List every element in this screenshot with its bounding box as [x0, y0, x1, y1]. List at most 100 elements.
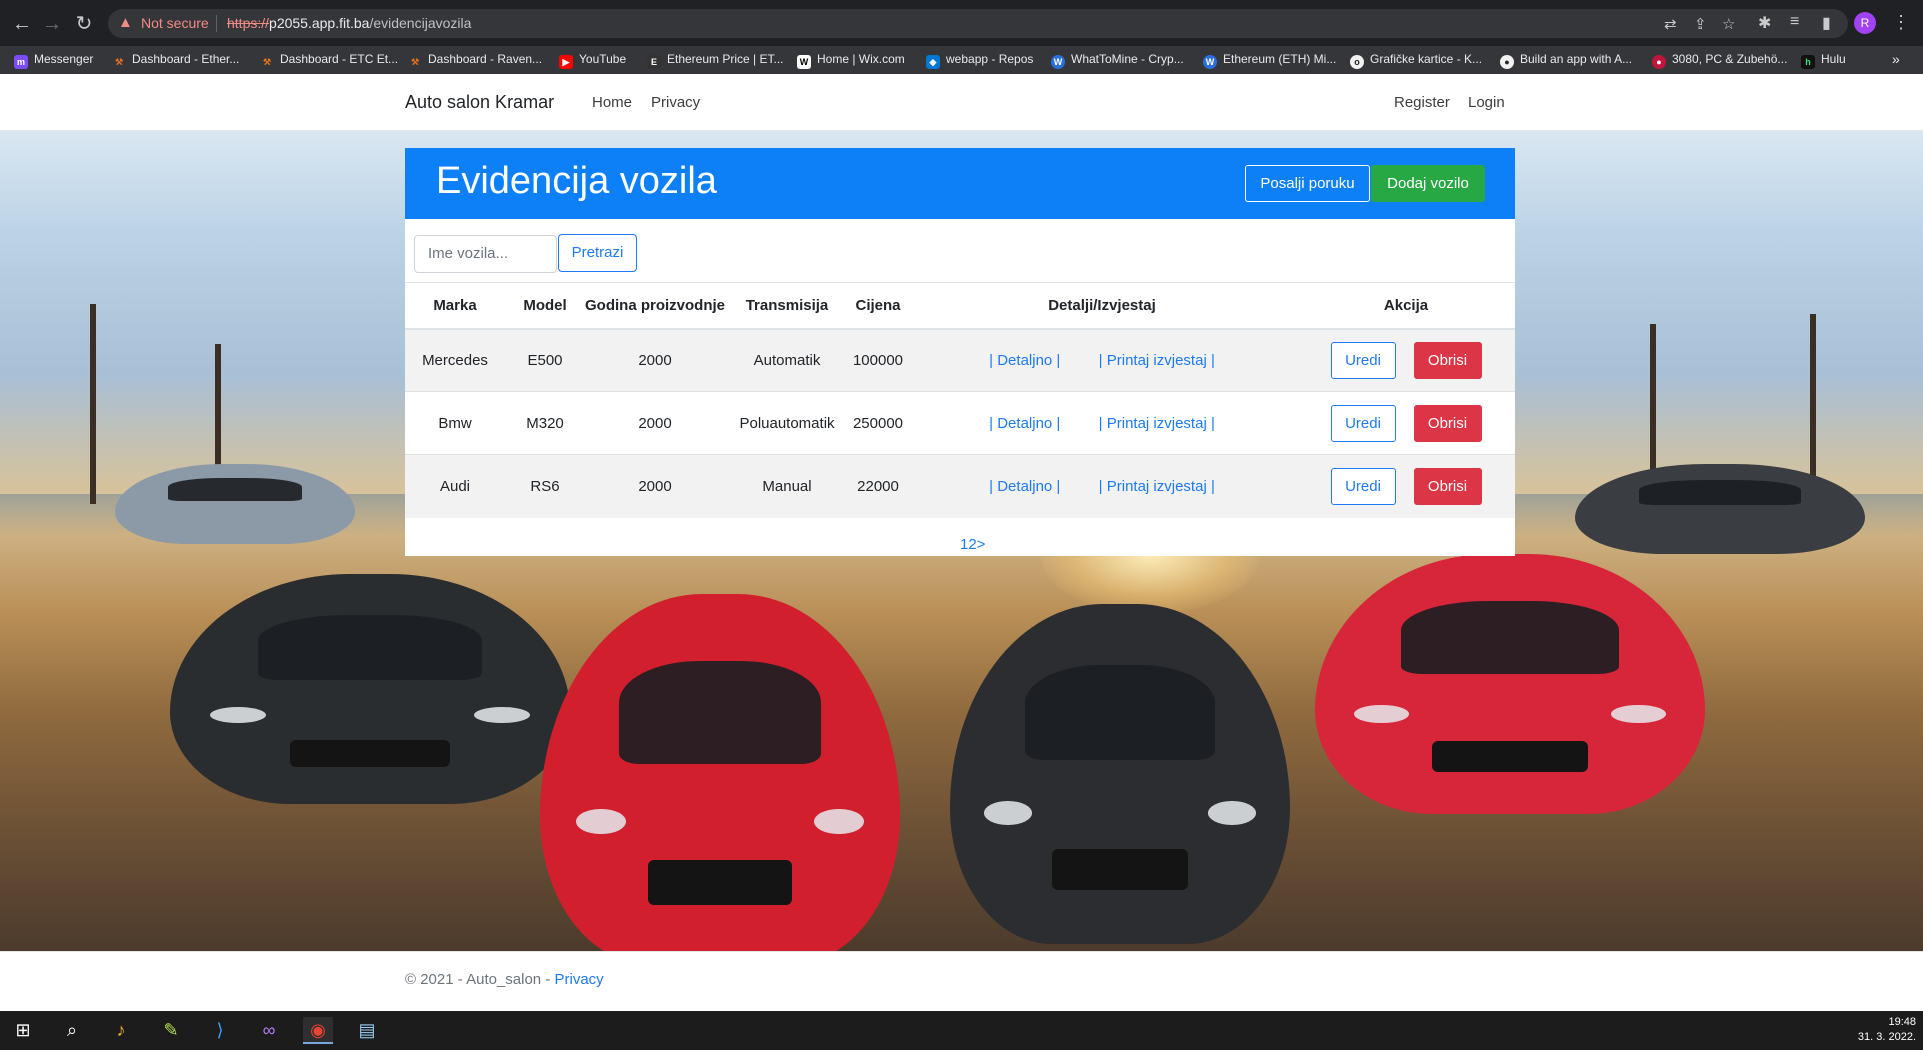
column-header: Model [505, 282, 585, 330]
bookmark-item[interactable]: ● Build an app with A... [1500, 52, 1632, 69]
table-row: Bmw M320 2000 Poluautomatik 250000 | Det… [405, 391, 1515, 455]
pagination-links[interactable]: 12> [960, 536, 985, 553]
column-header: Godina proizvodnje [585, 282, 725, 330]
cell-transmisija: Poluautomatik [725, 391, 849, 455]
cell-links: | Detaljno | | Printaj izvjestaj | [907, 391, 1297, 455]
bookmark-item[interactable]: W Ethereum (ETH) Mi... [1203, 52, 1336, 69]
print-report-link[interactable]: | Printaj izvjestaj | [1099, 352, 1215, 369]
vehicles-table: Marka Model Godina proizvodnje Transmisi… [405, 282, 1515, 518]
table-row: Mercedes E500 2000 Automatik 100000 | De… [405, 328, 1515, 392]
background-car [170, 574, 570, 804]
column-header: Cijena [849, 282, 907, 330]
delete-button[interactable]: Obrisi [1413, 341, 1482, 379]
visual-studio-icon[interactable]: ∞ [254, 1017, 284, 1044]
background-car [1315, 554, 1705, 814]
background-car [540, 594, 900, 964]
edit-button[interactable]: Uredi [1330, 404, 1396, 442]
edit-button[interactable]: Uredi [1330, 467, 1396, 505]
bookmark-item[interactable]: E Ethereum Price | ET... [647, 52, 784, 69]
cell-godina: 2000 [585, 454, 725, 518]
wix-icon: W [797, 55, 811, 69]
reading-list-icon[interactable]: ≡ [1790, 13, 1799, 31]
detail-link[interactable]: | Detaljno | [989, 415, 1060, 432]
forward-arrow-icon[interactable]: → [38, 10, 66, 38]
page-viewport: Auto salon Kramar Home Privacy Register … [0, 74, 1923, 1011]
bookmark-item[interactable]: ◆ webapp - Repos [926, 52, 1033, 69]
bookmark-item[interactable]: o Grafičke kartice - K... [1350, 52, 1482, 69]
cell-actions: Uredi Obrisi [1297, 454, 1515, 518]
share-icon[interactable]: ⇪ [1694, 15, 1707, 33]
vehicle-registry-panel: Evidencija vozila Posalji poruku Dodaj v… [405, 148, 1515, 556]
nav-privacy-link[interactable]: Privacy [651, 94, 700, 111]
send-message-button[interactable]: Posalji poruku [1245, 165, 1370, 202]
nav-login-link[interactable]: Login [1468, 94, 1505, 111]
security-label[interactable]: Not secure [141, 15, 209, 31]
bookmark-item[interactable]: W Home | Wix.com [797, 52, 905, 69]
shop-icon: ● [1652, 55, 1666, 69]
messenger-icon: m [14, 55, 28, 69]
back-arrow-icon[interactable]: ← [8, 10, 36, 38]
cell-transmisija: Automatik [725, 328, 849, 392]
bookmark-item[interactable]: ⚒ Dashboard - Raven... [408, 52, 542, 69]
column-header: Akcija [1297, 282, 1515, 330]
pickaxe-icon: ⚒ [410, 57, 420, 67]
print-report-link[interactable]: | Printaj izvjestaj | [1099, 415, 1215, 432]
bookmark-item[interactable]: ● 3080, PC & Zubehö... [1652, 52, 1787, 69]
nav-register-link[interactable]: Register [1394, 94, 1450, 111]
cell-actions: Uredi Obrisi [1297, 328, 1515, 392]
nav-home-link[interactable]: Home [592, 94, 632, 111]
menu-kebab-icon[interactable]: ⋮ [1892, 12, 1910, 33]
olx-icon: o [1350, 55, 1364, 69]
notepad-icon[interactable]: ▤ [352, 1017, 382, 1044]
detail-link[interactable]: | Detaljno | [989, 478, 1060, 495]
delete-button[interactable]: Obrisi [1413, 467, 1482, 505]
print-report-link[interactable]: | Printaj izvjestaj | [1099, 478, 1215, 495]
cell-links: | Detaljno | | Printaj izvjestaj | [907, 328, 1297, 392]
side-panel-icon[interactable]: ▮ [1822, 13, 1831, 33]
browser-toolbar: ← → ↻ ▲ Not secure https://p2055.app.fit… [0, 0, 1923, 46]
footer-copyright: © 2021 - Auto_salon - Privacy [405, 971, 604, 988]
url-text[interactable]: https://p2055.app.fit.ba/evidencijavozil… [227, 15, 471, 31]
search-button[interactable]: Pretrazi [558, 234, 637, 272]
bookmark-item[interactable]: h Hulu [1801, 52, 1846, 69]
bookmark-item[interactable]: ▶ YouTube [559, 52, 626, 69]
vehicle-search-input[interactable]: Ime vozila... [414, 235, 557, 273]
cell-marka: Mercedes [405, 328, 505, 392]
chrome-icon[interactable]: ◉ [303, 1017, 333, 1044]
vscode-icon[interactable]: ⟩ [205, 1017, 235, 1044]
fl-studio-icon[interactable]: ♪ [106, 1017, 136, 1044]
cell-marka: Audi [405, 454, 505, 518]
brand-link[interactable]: Auto salon Kramar [405, 92, 554, 113]
bookmark-item[interactable]: ⚒ Dashboard - Ether... [112, 52, 239, 69]
add-vehicle-button[interactable]: Dodaj vozilo [1371, 165, 1485, 202]
system-clock[interactable]: 19:48 31. 3. 2022. [1856, 1015, 1916, 1045]
extensions-puzzle-icon[interactable]: ✱ [1758, 13, 1771, 33]
column-header: Marka [405, 282, 505, 330]
search-icon[interactable]: ⌕ [57, 1017, 87, 1044]
address-bar[interactable]: ▲ Not secure https://p2055.app.fit.ba/ev… [108, 9, 1848, 38]
chevron-right-double-icon[interactable]: » [1892, 51, 1900, 67]
background-car [1575, 464, 1865, 554]
bookmark-item[interactable]: ⚒ Dashboard - ETC Et... [260, 52, 398, 69]
app-icon[interactable]: ✎ [156, 1017, 186, 1044]
delete-button[interactable]: Obrisi [1413, 404, 1482, 442]
footer-privacy-link[interactable]: Privacy [554, 971, 603, 988]
detail-link[interactable]: | Detaljno | [989, 352, 1060, 369]
cell-cijena: 250000 [849, 391, 907, 455]
taskbar: ⊞ ⌕ ♪ ✎ ⟩ ∞ ◉ ▤ 19:48 31. 3. 2022. [0, 1011, 1923, 1050]
edit-button[interactable]: Uredi [1330, 341, 1396, 379]
profile-avatar[interactable]: R [1854, 12, 1876, 34]
cell-godina: 2000 [585, 391, 725, 455]
translate-icon[interactable]: ⇄ [1664, 15, 1677, 33]
bookmark-item[interactable]: m Messenger [14, 52, 93, 69]
hulu-icon: h [1801, 55, 1815, 69]
reload-icon[interactable]: ↻ [70, 10, 98, 38]
bookmark-star-icon[interactable]: ☆ [1722, 15, 1735, 33]
cell-links: | Detaljno | | Printaj izvjestaj | [907, 454, 1297, 518]
site-footer: © 2021 - Auto_salon - Privacy [0, 951, 1923, 1011]
page-title: Evidencija vozila [436, 160, 717, 202]
site-navbar: Auto salon Kramar Home Privacy Register … [0, 74, 1923, 131]
etherscan-icon: E [647, 55, 661, 69]
windows-start-icon[interactable]: ⊞ [8, 1017, 38, 1044]
bookmark-item[interactable]: W WhatToMine - Cryp... [1051, 52, 1184, 69]
